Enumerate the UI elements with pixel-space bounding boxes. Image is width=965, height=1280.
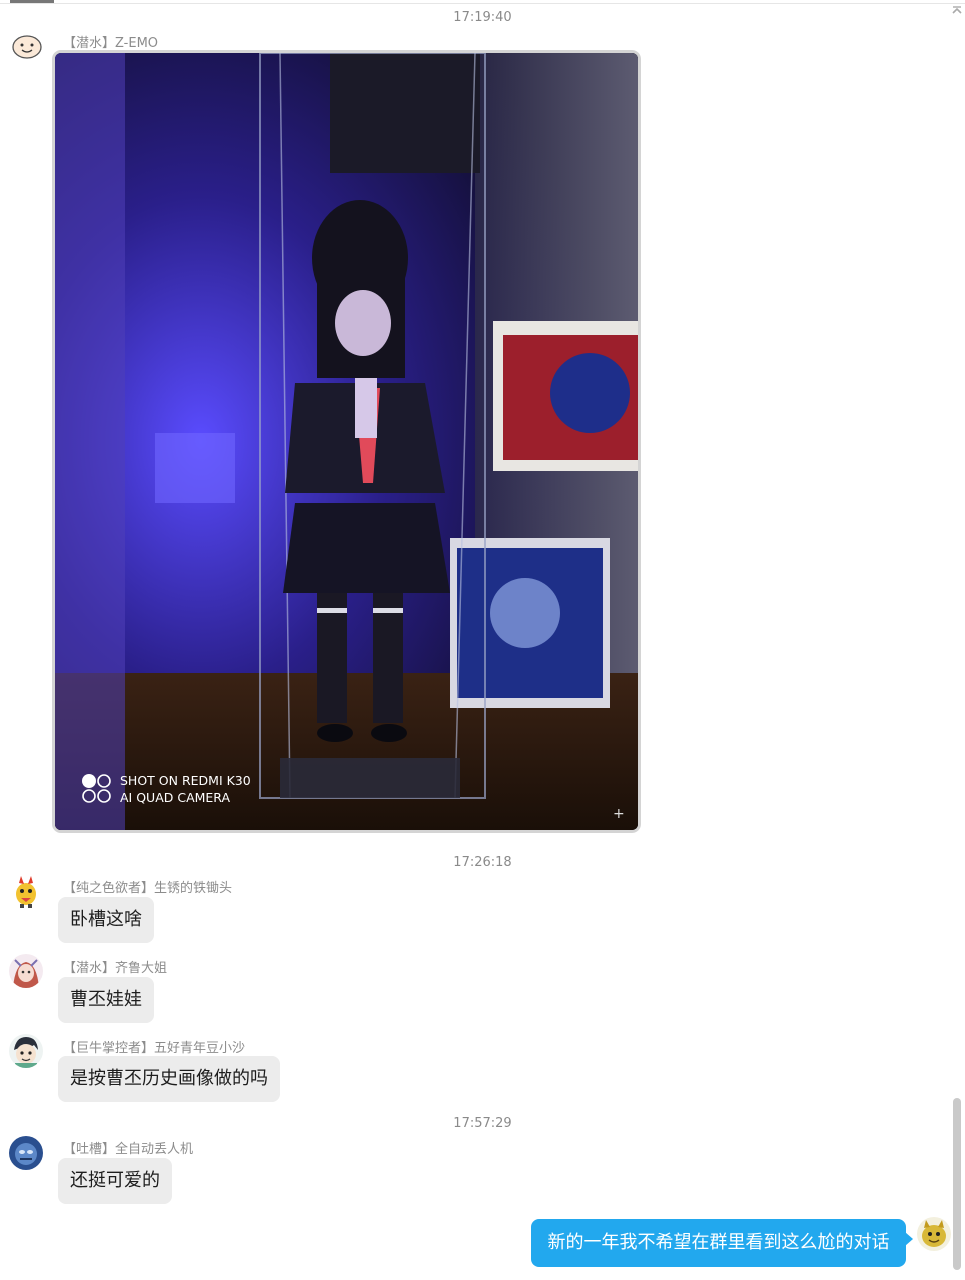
message-bubble[interactable]: 曹丕娃娃: [58, 977, 154, 1023]
plus-icon: +: [613, 806, 625, 822]
sender-name: 【巨牛掌控者】五好青年豆小沙: [63, 1041, 246, 1056]
cartoon-boy-avatar-icon[interactable]: [9, 1034, 43, 1068]
blue-character-avatar-icon[interactable]: [9, 1136, 43, 1170]
image-message[interactable]: SHOT ON REDMI K30 AI QUAD CAMERA +: [52, 50, 641, 833]
message-bubble[interactable]: 卧槽这啥: [58, 897, 154, 943]
top-divider: [0, 0, 965, 4]
active-tab-indicator: [10, 0, 54, 3]
outgoing-bubble-tail: [905, 1232, 913, 1246]
outgoing-message-bubble[interactable]: 新的一年我不希望在群里看到这么尬的对话: [531, 1219, 906, 1267]
vertical-scrollbar[interactable]: [953, 1098, 961, 1270]
yellow-creature-avatar-icon[interactable]: [917, 1217, 951, 1251]
message-bubble[interactable]: 还挺可爱的: [58, 1158, 172, 1204]
timestamp: 17:26:18: [453, 855, 512, 870]
smiley-face-icon[interactable]: [11, 31, 43, 63]
anime-girl-avatar-icon[interactable]: [9, 954, 43, 988]
sender-name: 【潜水】Z-EMO: [63, 36, 159, 51]
cartoon-bird-avatar-icon[interactable]: [9, 874, 43, 908]
sender-name: 【纯之色欲者】生锈的铁锄头: [63, 881, 233, 896]
photo-watermark-line1: SHOT ON REDMI K30: [120, 773, 251, 788]
timestamp: 17:19:40: [453, 10, 512, 25]
sender-name: 【吐槽】全自动丢人机: [63, 1142, 194, 1157]
message-bubble[interactable]: 是按曹丕历史画像做的吗: [58, 1056, 280, 1102]
sender-name: 【潜水】齐鲁大姐: [63, 961, 168, 976]
timestamp: 17:57:29: [453, 1116, 512, 1131]
photo-watermark-line2: AI QUAD CAMERA: [120, 790, 230, 805]
